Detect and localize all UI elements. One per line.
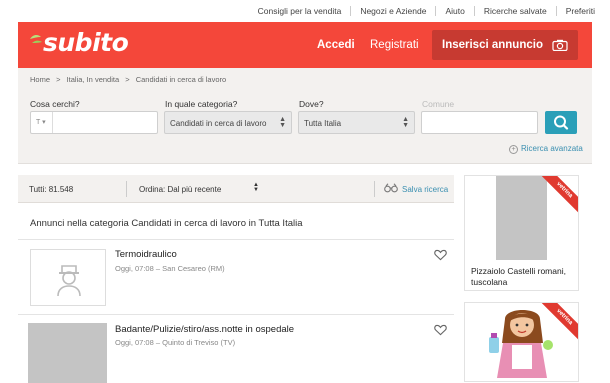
location-select[interactable]: Tutta Italia ▲ ▼ [298, 111, 415, 134]
user-placeholder-icon [57, 265, 81, 297]
link-consigli[interactable]: Consigli per la vendita [249, 6, 351, 16]
camera-icon [552, 39, 568, 51]
comune-label: Comune [422, 99, 455, 109]
save-search-link[interactable]: Salva ricerca [402, 185, 448, 194]
sort-order-select[interactable]: Ordina: Dal più recente [139, 185, 221, 194]
comune-field[interactable] [421, 111, 538, 134]
insert-ad-button[interactable]: Inserisci annuncio [432, 30, 578, 60]
item-thumbnail[interactable] [28, 323, 107, 383]
placeholder-thumbnail[interactable] [30, 249, 106, 306]
item-location: Quinto di Treviso (TV) [162, 338, 236, 347]
search-icon [554, 115, 569, 130]
select-arrows-icon: ▲ ▼ [279, 116, 286, 129]
binoculars-icon [384, 183, 398, 193]
divider [126, 181, 127, 197]
search-panel: Home > Italia, In vendita > Candidati in… [18, 68, 592, 164]
plus-icon: + [509, 145, 518, 154]
main-header: subito Accedi Registrati Inserisci annun… [18, 22, 592, 68]
results-total: Tutti: 81.548 [29, 185, 74, 194]
search-button[interactable] [545, 111, 577, 134]
top-utility-bar: Consigli per la vendita Negozi e Aziende… [0, 0, 610, 22]
crumb-separator: > [56, 75, 61, 84]
ad-image[interactable] [496, 176, 547, 260]
login-link[interactable]: Accedi [317, 39, 355, 51]
divider [18, 314, 454, 315]
subito-logo[interactable]: subito [43, 28, 129, 57]
location-label: Dove? [299, 99, 324, 109]
keyword-field[interactable]: T ▾ [30, 111, 158, 134]
link-negozi[interactable]: Negozi e Aziende [350, 6, 435, 16]
item-date: Oggi, 07:08 [115, 338, 154, 347]
ad-title[interactable]: Pizzaiolo Castelli romani, tuscolana [471, 266, 575, 288]
sort-arrows-icon: ▲ ▼ [253, 182, 259, 193]
results-heading: Annunci nella categoria Candidati in cer… [30, 218, 303, 229]
advanced-search-link[interactable]: + Ricerca avanzata [509, 144, 583, 154]
cleaning-lady-illustration [489, 310, 553, 378]
insert-ad-label: Inserisci annuncio [442, 39, 543, 51]
item-title[interactable]: Termoidraulico [115, 249, 177, 260]
link-aiuto[interactable]: Aiuto [435, 6, 473, 16]
item-location: San Cesareo (RM) [162, 264, 225, 273]
heart-icon[interactable] [434, 324, 447, 336]
breadcrumb: Home > Italia, In vendita > Candidati in… [30, 75, 230, 84]
item-date: Oggi, 07:08 [115, 264, 154, 273]
item-title[interactable]: Badante/Pulizie/stiro/ass.notte in osped… [115, 324, 294, 335]
item-meta: Oggi, 07:08 – San Cesareo (RM) [115, 264, 225, 273]
advanced-search-label: Ricerca avanzata [521, 144, 583, 153]
crumb-home[interactable]: Home [30, 75, 50, 84]
sidebar-ad[interactable]: vetrina [464, 302, 579, 382]
divider [18, 239, 454, 240]
location-value: Tutta Italia [304, 119, 342, 128]
category-label: In quale categoria? [165, 99, 238, 109]
crumb-category: Candidati in cerca di lavoro [135, 75, 227, 84]
utility-links: Consigli per la vendita Negozi e Aziende… [249, 6, 604, 16]
search-type-toggle[interactable]: T ▾ [31, 112, 53, 133]
crumb-italia[interactable]: Italia, In vendita [67, 75, 120, 84]
register-link[interactable]: Registrati [370, 39, 419, 51]
link-ricerche-salvate[interactable]: Ricerche salvate [473, 6, 556, 16]
keyword-label: Cosa cerchi? [30, 99, 80, 109]
select-arrows-icon: ▲ ▼ [402, 116, 409, 129]
sidebar-ad[interactable]: vetrina Pizzaiolo Castelli romani, tusco… [464, 175, 579, 291]
divider [374, 181, 375, 197]
category-value: Candidati in cerca di lavoro [170, 119, 267, 128]
heart-icon[interactable] [434, 249, 447, 261]
link-preferiti[interactable]: Preferiti [555, 6, 604, 16]
item-meta: Oggi, 07:08 – Quinto di Treviso (TV) [115, 338, 235, 347]
results-toolbar: Tutti: 81.548 Ordina: Dal più recente ▲ ▼… [18, 175, 454, 203]
category-select[interactable]: Candidati in cerca di lavoro ▲ ▼ [164, 111, 292, 134]
crumb-separator: > [125, 75, 130, 84]
